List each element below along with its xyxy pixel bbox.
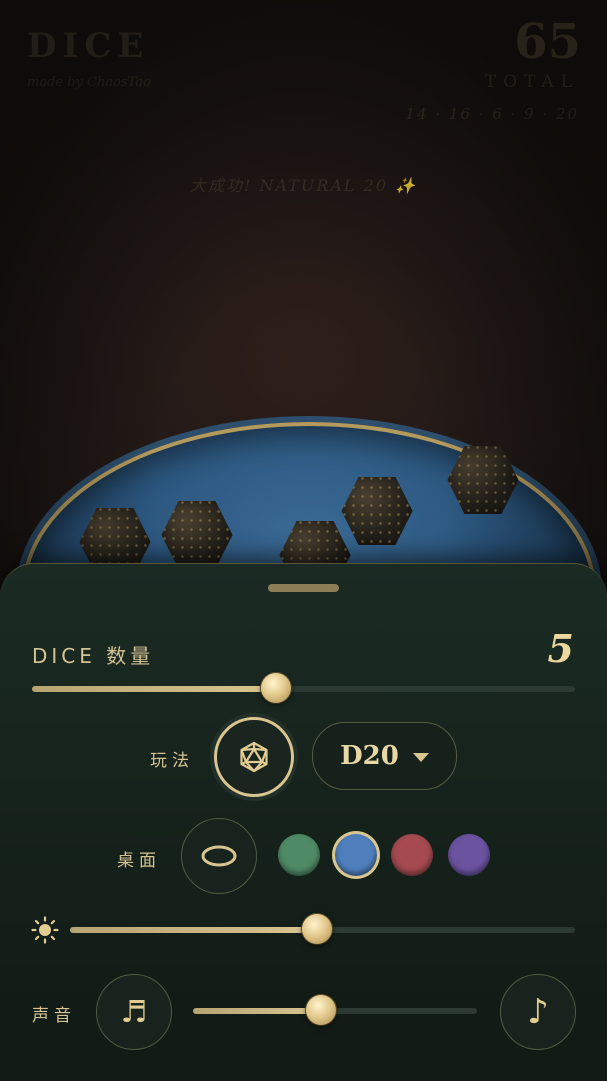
sound-label: 声音 (32, 1006, 76, 1026)
sun-icon (31, 916, 59, 944)
tray-color-blue[interactable] (335, 834, 377, 876)
oval-tray-icon (201, 845, 237, 867)
roll-breakdown: 14 · 16 · 6 · 9 · 20 (405, 105, 579, 123)
brightness-slider-thumb[interactable] (302, 914, 333, 944)
critical-message: 大成功! NATURAL 20 ✨ (189, 176, 418, 195)
dice-count-label: DICE 数量 (32, 644, 155, 668)
settings-sheet: DICE 数量 5 玩法 D20 桌面 声音 ♬ ♪ (0, 563, 607, 1081)
app-title: DICE (27, 26, 150, 66)
dice-type-dropdown[interactable]: D20 (312, 722, 457, 790)
dice-count-value: 5 (547, 626, 574, 671)
total-label: TOTAL (484, 72, 579, 92)
sound-effects-button[interactable]: ♪ (500, 974, 576, 1050)
tray-color-green[interactable] (278, 834, 320, 876)
table-label: 桌面 (117, 851, 161, 871)
brightness-slider-fill (70, 927, 318, 933)
made-by-credit: made by ChaosTao (27, 75, 151, 90)
dice-count-slider-thumb[interactable] (261, 673, 292, 703)
total-value: 65 (514, 14, 581, 70)
brightness-slider[interactable] (70, 914, 575, 944)
sound-volume-slider[interactable] (193, 995, 477, 1025)
music-toggle-button[interactable]: ♬ (96, 974, 172, 1050)
music-note-icon: ♬ (120, 994, 148, 1030)
tray-shape-button[interactable] (181, 818, 257, 894)
d20-icon (240, 741, 268, 773)
sound-volume-slider-fill (193, 1008, 321, 1014)
mode-label: 玩法 (150, 751, 194, 771)
chevron-down-icon (412, 752, 429, 762)
mode-button[interactable] (214, 717, 294, 797)
tray-color-purple[interactable] (448, 834, 490, 876)
sound-volume-slider-thumb[interactable] (305, 995, 336, 1025)
single-note-icon: ♪ (527, 992, 549, 1032)
sheet-drag-handle[interactable] (268, 584, 339, 592)
tray-color-red[interactable] (391, 834, 433, 876)
dice-type-value: D20 (340, 741, 399, 771)
dice-count-slider[interactable] (32, 673, 575, 703)
dice-count-slider-fill (32, 686, 277, 692)
